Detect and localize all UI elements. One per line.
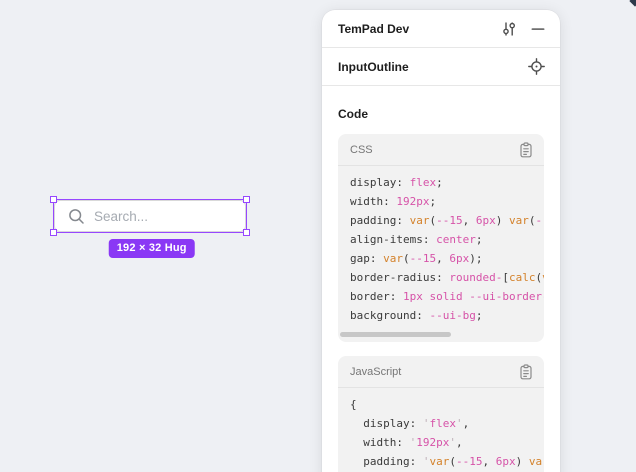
plugin-header: TemPad Dev xyxy=(322,10,560,48)
copy-icon[interactable] xyxy=(519,142,533,158)
selected-component[interactable]: Search... 192 × 32 Hug xyxy=(54,200,246,232)
selected-node-name: InputOutline xyxy=(338,60,409,74)
code-block-language: CSS xyxy=(350,144,373,156)
scrollbar-thumb[interactable] xyxy=(340,332,451,337)
code-block-card: JavaScript { display: 'flex', width: '19… xyxy=(338,356,544,472)
plugin-title: TemPad Dev xyxy=(338,22,409,36)
selected-node-row: InputOutline xyxy=(322,48,560,86)
horizontal-scrollbar xyxy=(340,332,532,337)
search-icon xyxy=(68,208,85,225)
code-block-card: CSS display: flex;width: 192px;padding: … xyxy=(338,134,544,342)
copy-icon[interactable] xyxy=(519,364,533,380)
search-input-component[interactable]: Search... xyxy=(54,200,246,232)
code-section: Code xyxy=(322,86,560,121)
locate-target-icon[interactable] xyxy=(528,58,545,75)
code-lines: { display: 'flex', width: '192px', paddi… xyxy=(338,388,544,472)
settings-sliders-icon[interactable] xyxy=(500,20,518,38)
code-blocks: CSS display: flex;width: 192px;padding: … xyxy=(322,134,560,472)
code-block-language: JavaScript xyxy=(350,366,401,378)
selection-handle[interactable] xyxy=(50,229,57,236)
cursor-artifact xyxy=(629,0,636,7)
code-block-header: JavaScript xyxy=(338,356,544,388)
selection-handle[interactable] xyxy=(50,196,57,203)
code-block-header: CSS xyxy=(338,134,544,166)
code-section-title: Code xyxy=(338,107,544,121)
tempad-dev-plugin-panel: TemPad Dev InputOutline xyxy=(322,10,560,472)
dimensions-badge: 192 × 32 Hug xyxy=(109,239,195,258)
selection-handle[interactable] xyxy=(243,196,250,203)
minimize-icon[interactable] xyxy=(531,22,545,36)
selection-handle[interactable] xyxy=(243,229,250,236)
search-placeholder-text: Search... xyxy=(94,209,148,224)
code-lines: display: flex;width: 192px;padding: var(… xyxy=(338,166,544,325)
